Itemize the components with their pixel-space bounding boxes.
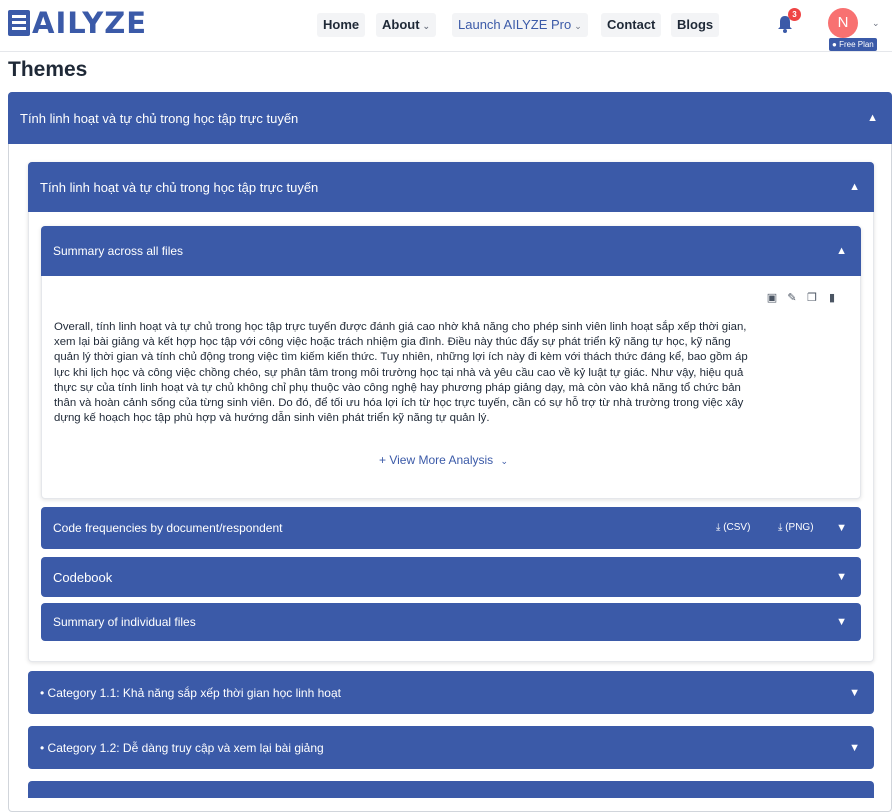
individual-files-label: Summary of individual files [53,615,196,629]
nav-contact[interactable]: Contact [601,13,662,37]
category-next-header[interactable] [28,781,874,798]
logo-document-icon [8,10,30,36]
brand-name: AILYZE [32,6,148,40]
summary-line: xem lại bài giảng và kết hợp học tập với… [54,336,731,349]
category-1-2-text: Category 1.2: Dễ dàng truy cập và xem lạ… [47,740,324,755]
nav-about[interactable]: About ⌄ [376,13,437,37]
chevron-up-icon: ▲ [836,245,847,257]
chevron-down-icon: ▼ [849,741,860,754]
chevron-down-icon: ▼ [836,522,847,534]
nav-home[interactable]: Home [317,13,366,37]
nav-home-label: Home [323,17,360,32]
category-1-1-text: Category 1.1: Khả năng sắp xếp thời gian… [47,685,341,700]
download-icon: ⤓ [778,522,783,533]
nav-launch-pro[interactable]: Launch AILYZE Pro ⌄ [452,13,588,37]
chevron-down-icon: ▼ [849,686,860,699]
theme-outer-header[interactable]: Tính linh hoạt và tự chủ trong học tập t… [8,92,892,144]
download-png-button[interactable]: ⤓ (PNG) [778,522,814,533]
code-frequencies-label: Code frequencies by document/respondent [53,521,283,535]
summary-line: quản lý thời gian và tính chủ động trong… [54,351,748,364]
nav-launch-label: Launch AILYZE Pro [458,17,572,32]
nav-blogs-label: Blogs [677,17,714,32]
summary-line: lực khi lịch học và công việc chồng chéo… [54,366,744,379]
chevron-down-icon: ⌄ [574,21,582,31]
chevron-down-icon[interactable]: ⌄ [872,18,880,29]
avatar[interactable]: N [828,8,858,38]
theme-inner-title: Tính linh hoạt và tự chủ trong học tập t… [40,179,319,195]
nav-contact-label: Contact [607,17,656,32]
codebook-label: Codebook [53,569,113,585]
summary-header-label: Summary across all files [53,244,184,258]
summary-toolbar: ▣ ✎ ❐ ▮ [766,292,838,304]
view-more-button[interactable]: + View More Analysis ⌄ [379,453,508,467]
brand-logo[interactable]: AILYZE [8,6,148,40]
nav-blogs[interactable]: Blogs [671,13,720,37]
category-1-2-label: • Category 1.2: Dễ dàng truy cập và xem … [40,740,324,755]
summary-header[interactable]: Summary across all files ▲ [41,226,861,276]
edit-icon[interactable]: ✎ [786,292,798,304]
category-1-1-header[interactable]: • Category 1.1: Khả năng sắp xếp thời gi… [28,671,874,714]
download-icon: ⤓ [716,522,721,533]
summary-line: thân và hoàn cảnh sống của từng sinh viê… [54,397,744,410]
chevron-up-icon: ▲ [849,181,860,193]
delete-icon[interactable]: ▮ [826,292,838,304]
plan-badge: ● Free Plan [829,38,877,51]
download-csv-label: (CSV) [723,522,751,533]
summary-text: Overall, tính linh hoạt và tự chủ trong … [54,320,854,426]
category-1-1-label: • Category 1.1: Khả năng sắp xếp thời gi… [40,685,341,700]
plan-label: Free Plan [839,40,874,49]
chevron-down-icon: ⌄ [500,456,509,466]
copy-icon[interactable]: ❐ [806,292,818,304]
chevron-up-icon: ▲ [867,112,878,124]
page-title: Themes [8,58,88,81]
save-icon[interactable]: ▣ [766,292,778,304]
chevron-down-icon: ▼ [836,616,847,628]
top-navbar: AILYZE Home About ⌄ Launch AILYZE Pro ⌄ Co… [0,0,892,52]
codebook-header[interactable]: Codebook ▼ [41,557,861,597]
summary-line: thực sự của tính linh hoạt và tự chủ khô… [54,381,741,394]
chevron-down-icon: ▼ [836,571,847,583]
notification-badge: 3 [788,8,801,21]
theme-outer-title: Tính linh hoạt và tự chủ trong học tập t… [20,110,299,126]
user-icon: ● [832,40,840,49]
category-1-2-header[interactable]: • Category 1.2: Dễ dàng truy cập và xem … [28,726,874,769]
download-csv-button[interactable]: ⤓ (CSV) [716,522,750,533]
download-png-label: (PNG) [785,522,814,533]
summary-line: Overall, tính linh hoạt và tự chủ trong … [54,321,747,333]
view-more-label: + View More Analysis [379,453,494,467]
nav-about-label: About [382,17,420,32]
individual-files-header[interactable]: Summary of individual files ▼ [41,603,861,641]
summary-line: dựng kế hoạch học tập phù hợp và hướng d… [54,412,490,425]
theme-inner-header[interactable]: Tính linh hoạt và tự chủ trong học tập t… [28,162,874,212]
chevron-down-icon: ⌄ [422,21,431,31]
